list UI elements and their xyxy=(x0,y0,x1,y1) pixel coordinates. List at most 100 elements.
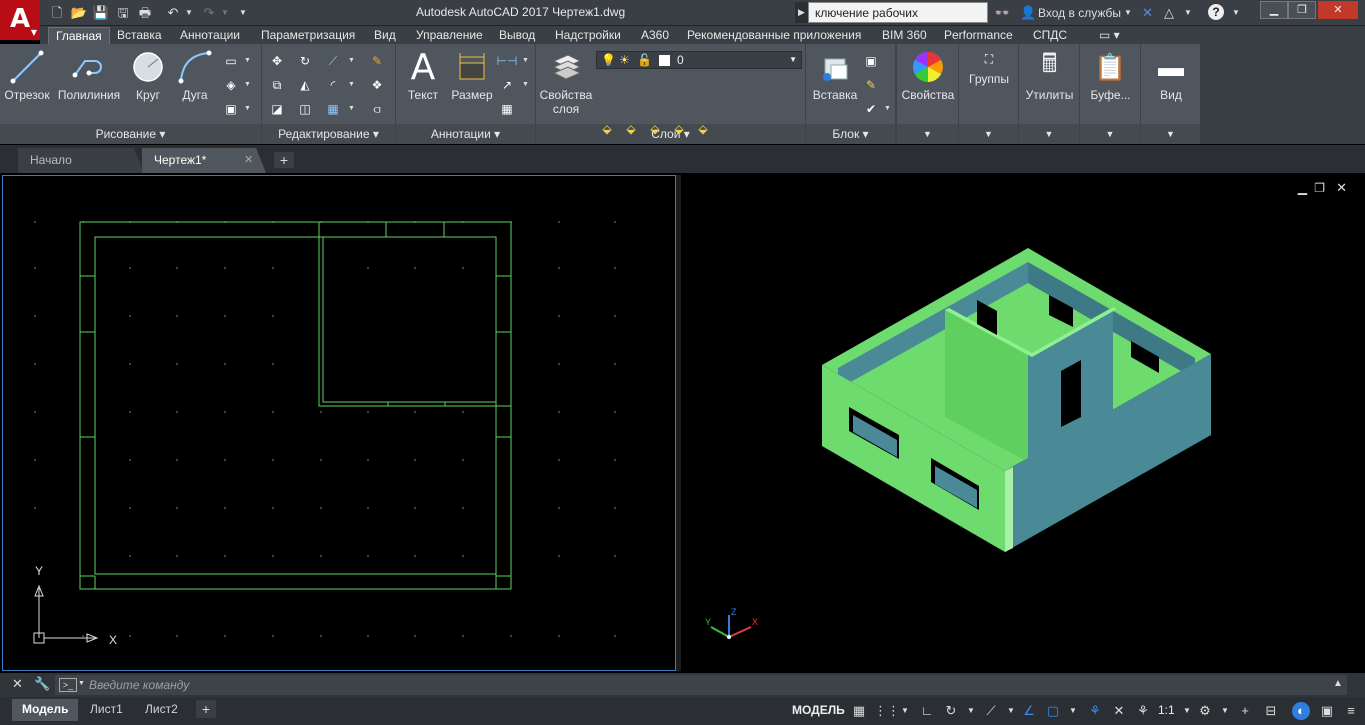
minimize-button[interactable]: ▁ xyxy=(1260,1,1288,19)
groups-button[interactable]: ⛶ Группы xyxy=(961,46,1017,87)
chevron-down-icon[interactable]: ▼ xyxy=(959,124,1018,144)
fillet-icon[interactable]: ◜ xyxy=(324,76,342,94)
create-block-icon[interactable]: ▣ xyxy=(862,52,880,70)
tab-output[interactable]: Вывод xyxy=(492,27,542,44)
new-tab-button[interactable]: + xyxy=(274,152,294,168)
chevron-down-icon[interactable]: ▼ xyxy=(348,81,355,88)
tab-addins[interactable]: Надстройки xyxy=(548,27,628,44)
command-history-icon[interactable]: ▲ xyxy=(1333,678,1343,689)
plot-icon[interactable]: 🖶 xyxy=(136,4,154,22)
chevron-down-icon[interactable]: ▼ xyxy=(1178,702,1196,720)
ortho-icon[interactable]: ∟ xyxy=(918,702,936,720)
chevron-down-icon[interactable]: ▼ xyxy=(1002,702,1020,720)
leader-icon[interactable]: ↗ xyxy=(498,76,516,94)
insert-block-button[interactable]: Вставка xyxy=(810,46,860,102)
chevron-down-icon[interactable]: ▼ xyxy=(78,680,85,687)
search-expand-icon[interactable]: ▶ xyxy=(795,2,808,23)
groups-panel[interactable]: ⛶ Группы ▼ xyxy=(958,44,1018,144)
chevron-down-icon[interactable]: ▼ xyxy=(896,702,914,720)
layer-tool-5-icon[interactable]: ⬙ xyxy=(694,120,712,138)
viewport-close-icon[interactable]: ✕ xyxy=(1336,180,1347,196)
layer-tool-3-icon[interactable]: ⬙ xyxy=(646,120,664,138)
properties-panel[interactable]: Свойства ▼ xyxy=(896,44,958,144)
snap-icon[interactable]: ⋮⋮ xyxy=(874,702,900,720)
isodraft-icon[interactable]: ⟋ xyxy=(982,702,1000,720)
command-input[interactable]: Введите команду xyxy=(55,675,1347,695)
tab-home[interactable]: Главная xyxy=(48,27,110,44)
auto-scale-icon[interactable]: ✕ xyxy=(1110,702,1128,720)
text-button[interactable]: A Текст xyxy=(402,46,444,103)
chevron-down-icon[interactable]: ▼ xyxy=(1141,124,1200,144)
chevron-down-icon[interactable]: ▼ xyxy=(244,105,251,112)
layer-properties-button[interactable]: Свойства слоя xyxy=(538,46,594,116)
utilities-button[interactable]: 🖩 Утилиты xyxy=(1021,46,1078,102)
circle-button[interactable]: Круг xyxy=(126,46,170,102)
sign-in-dropdown-icon[interactable]: ▼ xyxy=(1124,4,1132,22)
stretch-icon[interactable]: ◪ xyxy=(268,100,286,118)
sign-in-button[interactable]: Вход в службы xyxy=(1038,4,1121,22)
tab-spds[interactable]: СПДС xyxy=(1026,27,1074,44)
viewport-3d[interactable]: ▁ ❐ ✕ Z X Y xyxy=(681,175,1365,671)
chevron-down-icon[interactable]: ▼ xyxy=(1080,124,1140,144)
tab-parametric[interactable]: Параметризация xyxy=(254,27,362,44)
restore-button[interactable]: ❐ xyxy=(1288,1,1316,19)
tab-start[interactable]: Начало xyxy=(18,148,144,173)
draw-panel-title[interactable]: Рисование ▾ xyxy=(0,124,261,144)
hatch-icon[interactable]: ◈ xyxy=(222,76,240,94)
rectangle-icon[interactable]: ▭ xyxy=(222,52,240,70)
block-panel-title[interactable]: Блок ▾ xyxy=(806,124,895,144)
object-snap-tracking-icon[interactable]: ∠ xyxy=(1020,702,1038,720)
view-button[interactable]: ▬ Вид xyxy=(1143,46,1199,103)
open-file-icon[interactable]: 📂 xyxy=(70,4,88,22)
scale-icon[interactable]: ◫ xyxy=(296,100,314,118)
viewport-minimize-icon[interactable]: ▁ xyxy=(1298,181,1307,195)
grid-icon[interactable]: ▦ xyxy=(850,702,868,720)
qat-customize-icon[interactable]: ▼ xyxy=(234,4,252,22)
save-as-icon[interactable]: 🖫 xyxy=(114,4,132,22)
modify-panel-title[interactable]: Редактирование ▾ xyxy=(262,124,395,144)
gear-icon[interactable]: ⚙ xyxy=(1196,702,1214,720)
mirror-icon[interactable]: ◭ xyxy=(296,76,314,94)
properties-button[interactable]: Свойства xyxy=(899,46,957,102)
help-dropdown-icon[interactable]: ▼ xyxy=(1232,4,1240,22)
layout-tab-sheet2[interactable]: Лист2 xyxy=(135,699,188,721)
object-snap-icon[interactable]: ▢ xyxy=(1044,702,1062,720)
undo-dropdown-icon[interactable]: ▼ xyxy=(180,4,198,22)
clipboard-button[interactable]: 📋 Буфе... xyxy=(1082,46,1139,103)
model-space-toggle[interactable]: МОДЕЛЬ xyxy=(792,703,845,717)
tab-bim360[interactable]: BIM 360 xyxy=(875,27,934,44)
redo-dropdown-icon[interactable]: ▼ xyxy=(216,4,234,22)
close-command-icon[interactable]: ✕ xyxy=(12,676,23,692)
user-icon[interactable]: 👤 xyxy=(1020,4,1036,22)
search-input[interactable]: ключение рабочих пространств xyxy=(808,2,988,41)
linear-dim-icon[interactable]: ⊢⊣ xyxy=(497,52,518,70)
tab-a360[interactable]: A360 xyxy=(634,27,676,44)
layer-tool-1-icon[interactable]: ⬙ xyxy=(598,120,616,138)
table-icon[interactable]: ▦ xyxy=(498,100,516,118)
boundary-icon[interactable]: ▣ xyxy=(222,100,240,118)
layer-tool-4-icon[interactable]: ⬙ xyxy=(670,120,688,138)
hardware-acceleration-icon[interactable]: ◐ xyxy=(1292,702,1310,720)
copy-icon[interactable]: ⧉ xyxy=(268,76,286,94)
view-panel[interactable]: ▬ Вид ▼ xyxy=(1140,44,1200,144)
layout-tab-sheet1[interactable]: Лист1 xyxy=(80,699,133,721)
layer-tool-2-icon[interactable]: ⬙ xyxy=(622,120,640,138)
exchange-icon[interactable]: ✕ xyxy=(1142,4,1153,22)
edit-block-icon[interactable]: ✎ xyxy=(862,76,880,94)
utilities-panel[interactable]: 🖩 Утилиты ▼ xyxy=(1018,44,1079,144)
close-tab-icon[interactable]: ✕ xyxy=(244,148,253,172)
chevron-down-icon[interactable]: ▼ xyxy=(1064,702,1082,720)
isolate-objects-icon[interactable]: ⊟ xyxy=(1262,702,1280,720)
line-button[interactable]: Отрезок xyxy=(4,46,50,102)
chevron-down-icon[interactable]: ▼ xyxy=(348,105,355,112)
layer-dropdown[interactable]: 💡 ☀ 🔓 0 ▼ xyxy=(596,51,802,69)
chevron-down-icon[interactable]: ▼ xyxy=(244,57,251,64)
tab-manage[interactable]: Управление xyxy=(409,27,490,44)
viewport-restore-icon[interactable]: ❐ xyxy=(1314,181,1325,195)
annotation-scale-value[interactable]: 1:1 xyxy=(1158,703,1175,717)
ribbon-options-icon[interactable]: ▭ ▾ xyxy=(1092,27,1127,44)
annotation-scale-icon[interactable]: ⚘ xyxy=(1134,702,1152,720)
annotation-panel-title[interactable]: Аннотации ▾ xyxy=(396,124,535,144)
chevron-down-icon[interactable]: ▼ xyxy=(897,124,958,144)
arc-button[interactable]: Дуга xyxy=(176,46,214,102)
